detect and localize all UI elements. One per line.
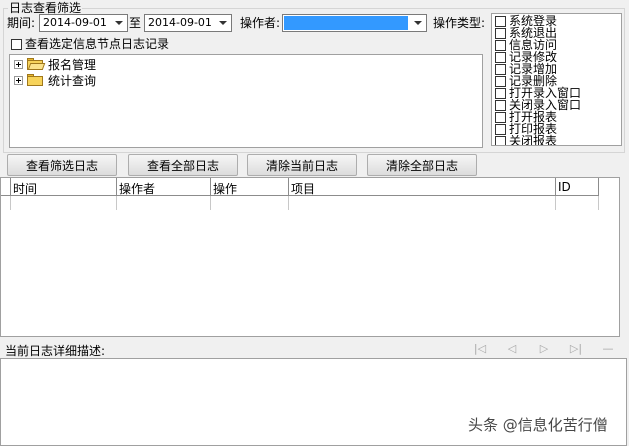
- checkbox-box[interactable]: [495, 51, 506, 63]
- chevron-down-icon[interactable]: [215, 16, 230, 30]
- checkbox-box[interactable]: [11, 38, 22, 50]
- checkbox-box[interactable]: [495, 87, 506, 99]
- operator-label: 操作者:: [240, 16, 281, 30]
- row-indicator-header: [1, 178, 11, 196]
- chevron-down-icon[interactable]: [410, 16, 425, 30]
- column-label: 项目: [291, 182, 316, 196]
- expand-icon[interactable]: [14, 75, 23, 85]
- column-header-operation[interactable]: 操作: [211, 178, 289, 196]
- view-filtered-log-button[interactable]: 查看筛选日志: [7, 154, 117, 176]
- checkbox-box[interactable]: [495, 75, 506, 87]
- folder-open-icon: [27, 57, 46, 71]
- tree-item-label: 报名管理: [48, 57, 97, 72]
- optype-label: 关闭报表: [509, 134, 558, 146]
- expand-icon[interactable]: [14, 59, 23, 69]
- chevron-down-icon[interactable]: [111, 16, 126, 30]
- checkbox-box[interactable]: [495, 15, 506, 27]
- operator-select[interactable]: [282, 14, 427, 32]
- optype-item[interactable]: 关闭报表: [495, 134, 558, 146]
- node-log-checkbox[interactable]: 查看选定信息节点日志记录: [11, 37, 169, 51]
- column-label: 操作者: [119, 182, 156, 196]
- node-log-checkbox-label: 查看选定信息节点日志记录: [25, 37, 170, 51]
- column-divider: [10, 196, 11, 210]
- tree-item-label: 统计查询: [48, 73, 97, 88]
- checkbox-box[interactable]: [495, 27, 506, 39]
- button-label: 查看筛选日志: [25, 158, 98, 173]
- button-label: 查看全部日志: [146, 158, 219, 173]
- clear-all-log-button[interactable]: 清除全部日志: [367, 154, 477, 176]
- button-label: 清除全部日志: [385, 158, 458, 173]
- to-label: 至: [129, 16, 142, 30]
- column-header-operator[interactable]: 操作者: [117, 178, 211, 196]
- tree-item[interactable]: 报名管理: [14, 56, 96, 72]
- log-table[interactable]: 时间 操作者 操作 项目 ID: [0, 177, 620, 337]
- last-record-icon[interactable]: ▷|: [569, 343, 583, 355]
- column-header-time[interactable]: 时间: [11, 178, 117, 196]
- column-label: 操作: [213, 182, 238, 196]
- button-label: 清除当前日志: [265, 158, 338, 173]
- checkbox-box[interactable]: [495, 111, 506, 123]
- optype-label: 操作类型:: [433, 16, 486, 30]
- start-date-value: 2014-09-01: [43, 16, 107, 29]
- operator-selected-value: [284, 16, 408, 30]
- column-divider: [210, 196, 211, 210]
- checkbox-box[interactable]: [495, 63, 506, 75]
- column-divider: [555, 196, 556, 210]
- period-label: 期间:: [7, 16, 36, 30]
- tree-item[interactable]: 统计查询: [14, 72, 96, 88]
- view-all-log-button[interactable]: 查看全部日志: [128, 154, 238, 176]
- filter-group-title: 日志查看筛选: [8, 1, 83, 15]
- clear-current-log-button[interactable]: 清除当前日志: [247, 154, 357, 176]
- previous-record-icon[interactable]: ◁: [505, 343, 519, 355]
- collapse-icon[interactable]: —: [601, 343, 615, 355]
- column-divider: [598, 196, 599, 210]
- column-divider: [116, 196, 117, 210]
- checkbox-box[interactable]: [495, 123, 506, 135]
- watermark: 头条 @信息化苦行僧: [468, 416, 608, 434]
- table-header: 时间 操作者 操作 项目 ID: [1, 178, 599, 196]
- column-header-item[interactable]: 项目: [289, 178, 556, 196]
- first-record-icon[interactable]: |◁: [473, 343, 487, 355]
- checkbox-box[interactable]: [495, 135, 506, 145]
- next-record-icon[interactable]: ▷: [537, 343, 551, 355]
- checkbox-box[interactable]: [495, 39, 506, 51]
- column-label: 时间: [13, 182, 38, 196]
- column-header-id[interactable]: ID: [556, 178, 599, 196]
- end-date-value: 2014-09-01: [148, 16, 212, 29]
- operation-type-list[interactable]: 系统登录 系统退出 信息访问 记录修改 记录增加 记录删除 打开录入窗口 关闭录…: [491, 13, 622, 146]
- end-date-picker[interactable]: 2014-09-01: [144, 14, 232, 32]
- column-label: ID: [558, 180, 571, 194]
- detail-label: 当前日志详细描述:: [5, 344, 106, 358]
- info-node-tree[interactable]: 报名管理 统计查询: [9, 54, 483, 148]
- column-divider: [288, 196, 289, 210]
- folder-icon: [27, 73, 44, 87]
- checkbox-box[interactable]: [495, 99, 506, 111]
- start-date-picker[interactable]: 2014-09-01: [39, 14, 128, 32]
